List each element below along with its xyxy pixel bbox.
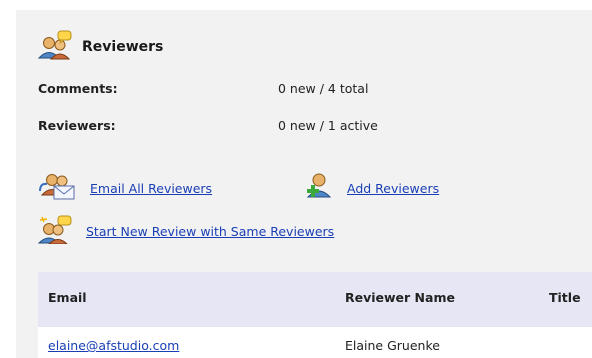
column-header-reviewer-name[interactable]: Reviewer Name — [345, 290, 455, 305]
reviewers-label: Reviewers: — [38, 118, 116, 133]
reviewers-group-icon — [37, 30, 72, 64]
reviewer-name-cell: Elaine Gruenke — [345, 338, 440, 353]
new-review-icon — [37, 214, 72, 248]
start-new-review-action[interactable]: Start New Review with Same Reviewers — [37, 214, 334, 248]
email-all-reviewers-link[interactable]: Email All Reviewers — [90, 181, 212, 196]
panel-header: Reviewers — [37, 30, 164, 64]
table-header: Email Reviewer Name Title — [38, 272, 592, 327]
comments-label: Comments: — [38, 81, 118, 96]
reviewer-email-link[interactable]: elaine@afstudio.com — [48, 338, 179, 353]
add-reviewers-action[interactable]: Add Reviewers — [303, 171, 439, 205]
reviewer-email-cell: elaine@afstudio.com — [48, 338, 179, 353]
comments-value: 0 new / 4 total — [278, 81, 369, 96]
email-all-reviewers-action[interactable]: Email All Reviewers — [38, 171, 212, 205]
page-title: Reviewers — [82, 39, 164, 55]
column-header-email[interactable]: Email — [48, 290, 87, 305]
reviewers-value: 0 new / 1 active — [278, 118, 378, 133]
add-reviewer-icon — [303, 171, 333, 205]
reviewers-table: Email Reviewer Name Title elaine@afstudi… — [38, 272, 592, 358]
add-reviewers-link[interactable]: Add Reviewers — [347, 181, 439, 196]
column-header-title[interactable]: Title — [549, 290, 581, 305]
reviewers-panel: Reviewers Comments: 0 new / 4 total Revi… — [16, 10, 592, 358]
start-new-review-link[interactable]: Start New Review with Same Reviewers — [86, 224, 334, 239]
email-reviewers-icon — [38, 171, 76, 205]
